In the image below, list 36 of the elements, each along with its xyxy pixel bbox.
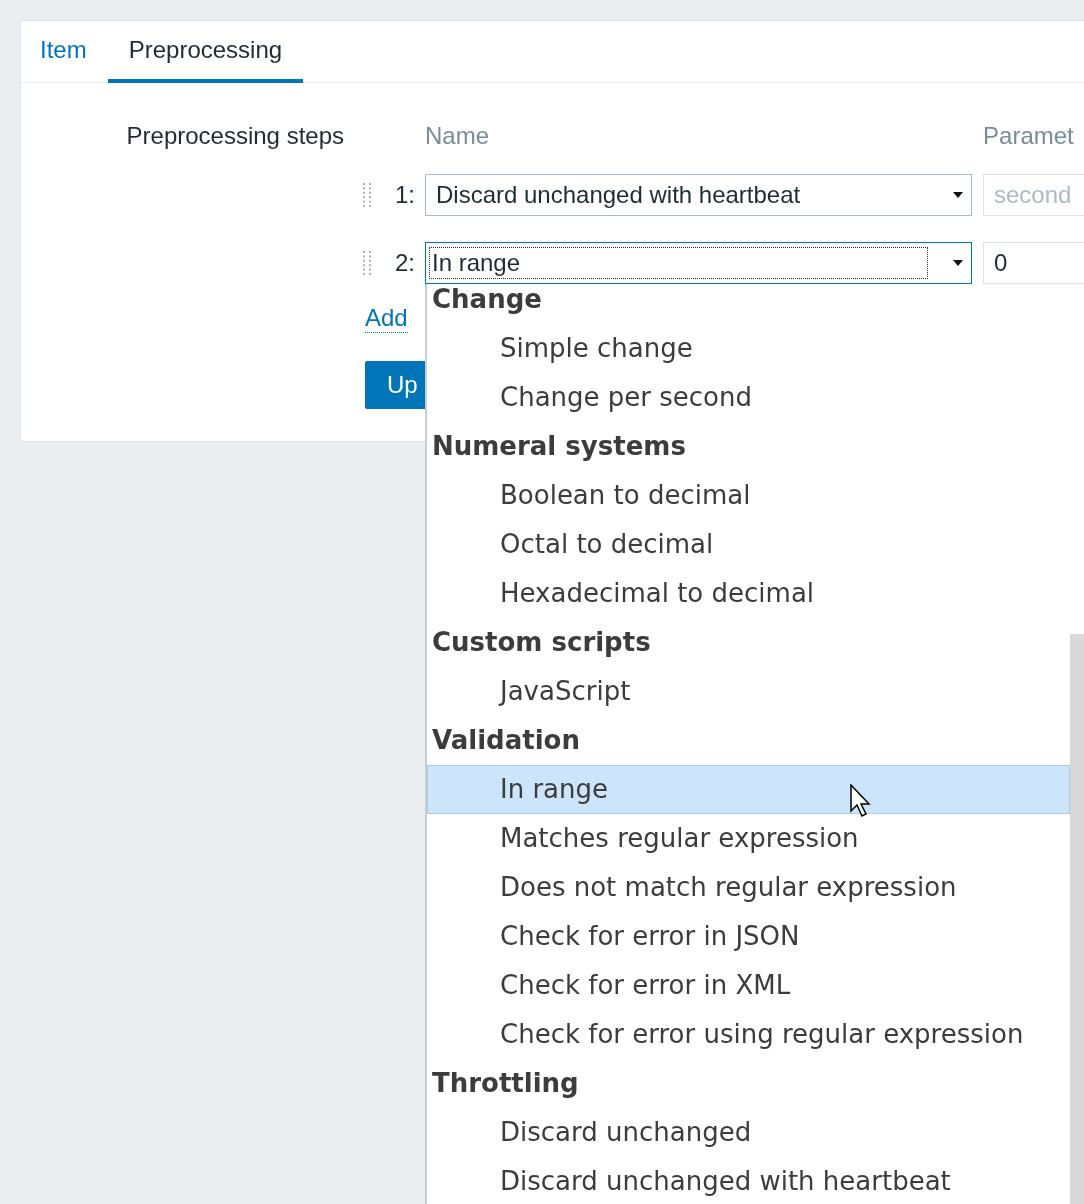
tab[interactable]: Item — [27, 21, 100, 83]
column-header: Name — [425, 122, 490, 150]
step-type-select[interactable]: Discard unchanged with heartbeat — [425, 174, 972, 216]
step-number: 1: — [395, 181, 416, 209]
dropdown-option[interactable]: Boolean to decimal — [427, 471, 1070, 520]
step-number: 2: — [395, 249, 416, 277]
dropdown-option[interactable]: Discard unchanged — [427, 1108, 1070, 1157]
tab[interactable]: Preprocessing — [107, 21, 304, 83]
group-header: Custom scripts — [431, 626, 652, 659]
caret-icon — [953, 192, 963, 198]
dropdown-option[interactable]: JavaScript — [427, 667, 1070, 716]
dropdown-option[interactable]: Check for error in XML — [427, 961, 1070, 1010]
group-header: Throttling — [431, 1067, 580, 1100]
group-header: Change — [431, 283, 543, 316]
add-link[interactable]: Add — [365, 304, 408, 333]
group-header: Numeral systems — [431, 430, 687, 463]
dropdown-option[interactable]: Hexadecimal to decimal — [427, 569, 1070, 618]
dropdown-option[interactable]: In range — [427, 765, 1070, 814]
drag-handle-icon[interactable] — [362, 182, 374, 208]
dropdown-option[interactable]: Matches regular expression — [427, 814, 1070, 863]
field-label: Preprocessing steps — [125, 122, 344, 150]
caret-icon — [953, 260, 963, 266]
scrollbar[interactable] — [1070, 634, 1084, 1204]
dropdown-option[interactable]: Discard unchanged with heartbeat — [427, 1157, 1070, 1204]
column-header: Paramet — [983, 122, 1074, 150]
dropdown-option[interactable]: Change per second — [427, 373, 1070, 422]
group-header: Validation — [431, 724, 581, 757]
dropdown-option[interactable]: Check for error in JSON — [427, 912, 1070, 961]
dropdown-option[interactable]: Octal to decimal — [427, 520, 1070, 569]
dropdown-option[interactable]: Check for error using regular expression — [427, 1010, 1070, 1059]
dropdown-option[interactable]: Simple change — [427, 324, 1070, 373]
drag-handle-icon[interactable] — [362, 250, 374, 276]
dropdown-option[interactable]: Does not match regular expression — [427, 863, 1070, 912]
parameter-field[interactable]: second — [983, 174, 1084, 216]
step-type-select[interactable]: In range — [425, 242, 972, 284]
parameter-field[interactable]: 0 — [983, 242, 1084, 284]
